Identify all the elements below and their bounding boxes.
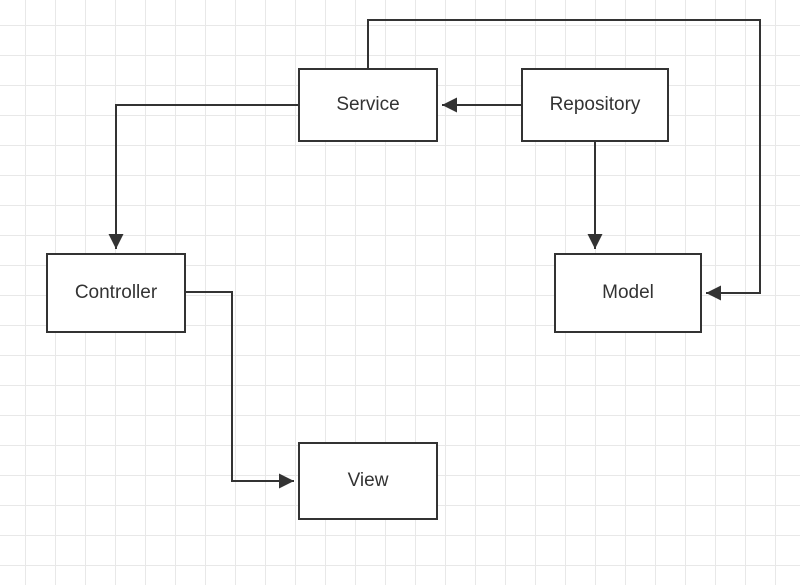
node-repository[interactable]: Repository xyxy=(521,68,669,142)
node-service[interactable]: Service xyxy=(298,68,438,142)
node-label: Repository xyxy=(550,94,641,116)
node-label: Model xyxy=(602,282,654,304)
node-label: Service xyxy=(336,94,399,116)
node-label: View xyxy=(348,470,389,492)
node-controller[interactable]: Controller xyxy=(46,253,186,333)
node-view[interactable]: View xyxy=(298,442,438,520)
edge-service-to-controller xyxy=(116,105,298,249)
edge-controller-to-view xyxy=(186,292,294,481)
node-model[interactable]: Model xyxy=(554,253,702,333)
node-label: Controller xyxy=(75,282,157,304)
